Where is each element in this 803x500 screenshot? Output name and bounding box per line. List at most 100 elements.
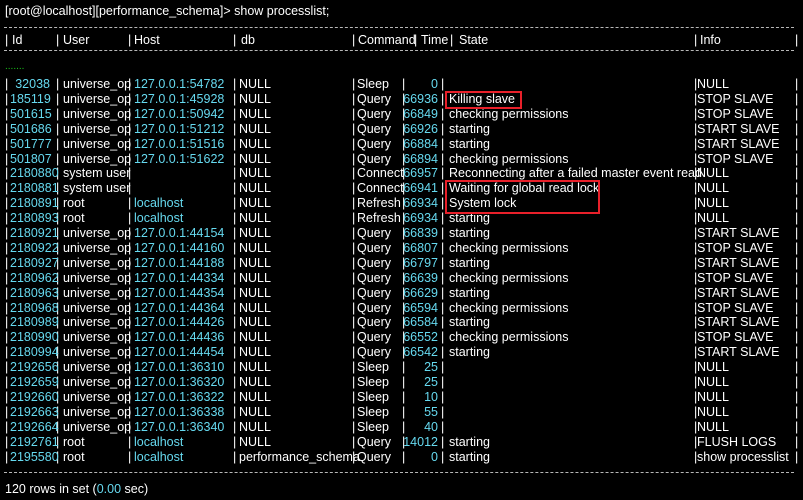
cell-command: Sleep [357, 389, 389, 404]
cell-command: Query [357, 345, 392, 360]
cell-db: NULL [239, 389, 271, 404]
cell-command: Query [357, 226, 392, 240]
cell-db: NULL [239, 106, 271, 121]
cell-time: 66941 [403, 181, 438, 196]
table-row: | | | | | | | | | 2195580 root localhost performance… [5, 449, 799, 464]
cell-time: 66934 [403, 211, 438, 226]
cell-host: 127.0.0.1:51622 [134, 151, 225, 166]
cell-user: universe_op [63, 106, 132, 121]
cell-host: 127.0.0.1:44426 [134, 315, 225, 330]
cell-user: universe_op [63, 285, 132, 300]
cell-db: NULL [239, 166, 271, 181]
cell-id: 2192761 [10, 434, 59, 449]
cell-state: checking permissions [449, 300, 569, 315]
cell-user: system user [63, 181, 131, 196]
header-host: Host [134, 33, 160, 47]
cell-command: Query [357, 151, 392, 166]
cell-command: Query [357, 106, 392, 121]
cell-info: NULL [697, 419, 729, 434]
cell-state: checking permissions [449, 270, 569, 285]
cell-command: Connect [357, 166, 404, 181]
header-state: State [459, 33, 489, 47]
cell-host: 127.0.0.1:36320 [134, 375, 225, 389]
cell-state: starting [449, 136, 490, 151]
command-prompt: [root@localhost][performance_schema]> sh… [5, 4, 330, 18]
cell-id: 2192663 [10, 404, 59, 419]
table-border-bottom [4, 472, 794, 473]
cell-info: STOP SLAVE [697, 106, 774, 121]
cell-db: NULL [239, 121, 271, 136]
cell-time: 66957 [403, 166, 438, 181]
table-row: | | | | | | | | | 2192656 universe_op 127.0.0.1:363… [5, 360, 799, 375]
cell-info: STOP SLAVE [697, 240, 774, 255]
cell-db: NULL [239, 419, 271, 434]
cell-host: 127.0.0.1:44364 [134, 300, 225, 315]
cell-state: checking permissions [449, 330, 569, 345]
cell-command: Query [357, 121, 392, 136]
cell-time: 40 [424, 419, 438, 434]
header-info: Info [700, 33, 721, 47]
cell-user: universe_op [63, 330, 132, 345]
table-row: | | | | | | | | | 2180968 universe_op 127.0.0.1:443… [5, 300, 799, 315]
cell-command: Sleep [357, 375, 389, 389]
cell-host: 127.0.0.1:36310 [134, 360, 225, 375]
table-row: | | | | | | | | | 2192664 universe_op 127.0.0.1:363… [5, 419, 799, 434]
cell-time: 66849 [403, 106, 438, 121]
cell-time: 66926 [403, 121, 438, 136]
cell-info: START SLAVE [697, 255, 780, 270]
table-row: | | | | | | | | | 2180893 root localhost NULL Refresh… [5, 211, 799, 226]
cell-id: 2180891 [10, 196, 59, 211]
cell-host: 127.0.0.1:44160 [134, 240, 225, 255]
cell-user: root [63, 449, 85, 464]
cell-state: checking permissions [449, 106, 569, 121]
cell-command: Sleep [357, 77, 389, 91]
cell-state: checking permissions [449, 240, 569, 255]
cell-host: localhost [134, 211, 184, 226]
cell-host: 127.0.0.1:45928 [134, 91, 225, 106]
cell-host: 127.0.0.1:54782 [134, 77, 225, 91]
table-border-header [4, 50, 794, 51]
cell-state: starting [449, 285, 490, 300]
cell-db: NULL [239, 226, 271, 240]
cell-info: START SLAVE [697, 315, 780, 330]
cell-time: 66797 [403, 255, 438, 270]
cell-info: NULL [697, 360, 729, 375]
cell-db: NULL [239, 77, 271, 91]
cell-user: universe_op [63, 375, 132, 389]
cell-id: 2192660 [10, 389, 59, 404]
cell-db: NULL [239, 151, 271, 166]
cell-id: 2180893 [10, 211, 59, 226]
cell-info: NULL [697, 77, 729, 91]
cell-info: STOP SLAVE [697, 91, 774, 106]
table-row: | | | | | | | | | 2180962 universe_op 127.0.0.1:443… [5, 270, 799, 285]
cell-id: 2192664 [10, 419, 59, 434]
cell-time: 55 [424, 404, 438, 419]
cell-time: 66594 [403, 300, 438, 315]
cell-time: 0 [431, 449, 438, 464]
cell-id: 2180990 [10, 330, 59, 345]
cell-db: NULL [239, 434, 271, 449]
cell-user: universe_op [63, 91, 132, 106]
cell-host: localhost [134, 434, 184, 449]
cell-user: universe_op [63, 151, 132, 166]
cell-state: starting [449, 226, 490, 240]
cell-host: localhost [134, 196, 184, 211]
table-row: | | | | | | | | | 2180881 system user NULL Connect 66… [5, 181, 799, 196]
cell-time: 66542 [403, 345, 438, 360]
cell-user: system user [63, 166, 131, 181]
table-header: | Id | User | Host | db | Command | Time… [5, 33, 799, 47]
cell-db: NULL [239, 360, 271, 375]
cell-info: START SLAVE [697, 226, 780, 240]
table-row: | | | | | | | | | 185119 universe_op 127.0.0.1:4592… [5, 91, 799, 106]
cell-host: 127.0.0.1:36340 [134, 419, 225, 434]
header-time: Time [421, 33, 449, 47]
cell-info: NULL [697, 375, 729, 389]
cell-state: starting [449, 434, 490, 449]
highlight-box-lock-states [445, 180, 600, 214]
cell-command: Query [357, 315, 392, 330]
cell-db: NULL [239, 300, 271, 315]
cell-user: universe_op [63, 300, 132, 315]
cell-user: root [63, 196, 85, 211]
cell-command: Query [357, 255, 392, 270]
cell-state: starting [449, 345, 490, 360]
